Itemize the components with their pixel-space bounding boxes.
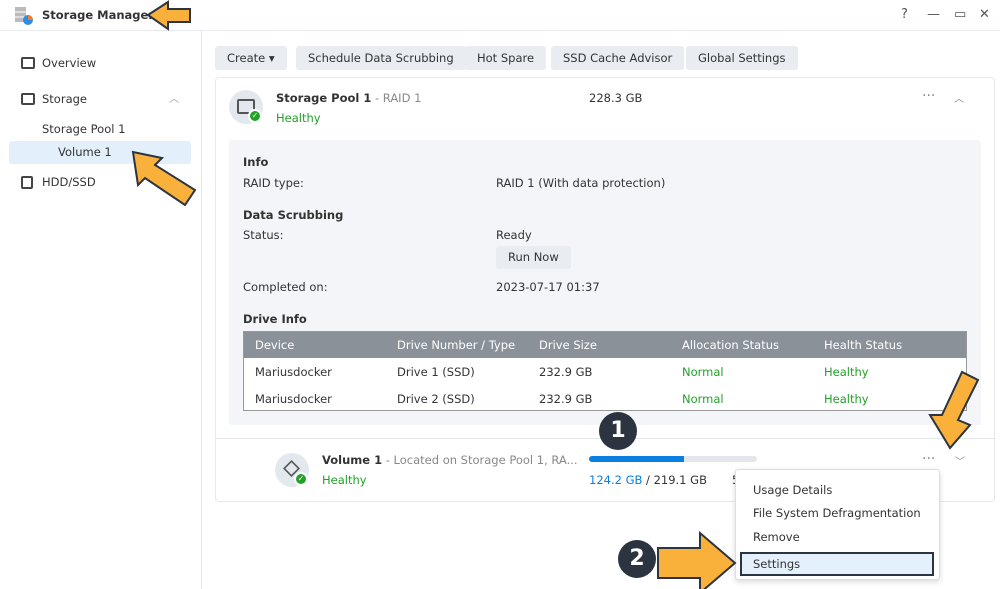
- sidebar-item-overview[interactable]: Overview: [9, 52, 191, 75]
- pool-raid: - RAID 1: [371, 91, 422, 105]
- volume-usage-bar: [589, 456, 757, 462]
- sidebar-item-label: Volume 1: [58, 145, 112, 159]
- schedule-data-scrubbing-button[interactable]: Schedule Data Scrubbing: [296, 46, 466, 70]
- chevron-up-icon[interactable]: ︿: [954, 90, 964, 105]
- volume-more-icon[interactable]: ···: [922, 451, 935, 467]
- sidebar-item-storage[interactable]: Storage ︿: [9, 88, 191, 111]
- drive-info-heading: Drive Info: [243, 312, 307, 326]
- healthy-check-icon: ✓: [248, 109, 262, 123]
- column-header: Allocation Status: [682, 338, 779, 352]
- sidebar-item-label: Overview: [42, 56, 97, 70]
- sidebar: Overview Storage ︿ Storage Pool 1 Volume …: [0, 31, 202, 589]
- column-header: Drive Number / Type: [397, 338, 516, 352]
- storage-manager-icon: [15, 7, 33, 25]
- app-title: Storage Manager: [42, 8, 155, 22]
- menu-item-defragmentation[interactable]: File System Defragmentation: [753, 506, 921, 520]
- table-row[interactable]: Mariusdocker Drive 1 (SSD) 232.9 GB Norm…: [244, 358, 966, 385]
- cell: 232.9 GB: [539, 365, 593, 379]
- sidebar-item-volume-1[interactable]: Volume 1: [9, 141, 191, 164]
- healthy-check-icon: ✓: [294, 472, 308, 486]
- cell: Healthy: [824, 365, 869, 379]
- overview-icon: [21, 57, 35, 69]
- cell: 232.9 GB: [539, 392, 593, 406]
- step-2-badge: 2: [618, 540, 656, 578]
- chevron-down-icon[interactable]: ﹀: [955, 453, 965, 468]
- help-button[interactable]: ?: [901, 7, 908, 22]
- pool-size: 228.3 GB: [589, 91, 643, 105]
- menu-item-settings[interactable]: Settings: [740, 552, 934, 576]
- menu-item-remove[interactable]: Remove: [753, 530, 800, 544]
- storage-pool-icon: ✓: [229, 90, 263, 124]
- table-row[interactable]: Mariusdocker Drive 2 (SSD) 232.9 GB Norm…: [244, 385, 966, 412]
- sidebar-item-label: Storage: [42, 92, 87, 106]
- volume-name: Volume 1: [322, 453, 383, 467]
- create-button[interactable]: Create ▾: [215, 46, 287, 70]
- status-label: Status:: [243, 228, 284, 242]
- cell: Healthy: [824, 392, 869, 406]
- volume-used: 124.2 GB: [589, 473, 643, 487]
- data-scrubbing-heading: Data Scrubbing: [243, 208, 344, 222]
- ssd-cache-advisor-button[interactable]: SSD Cache Advisor: [551, 46, 685, 70]
- volume-usage-fill: [589, 456, 685, 462]
- volume-total: / 219.1 GB: [642, 473, 707, 487]
- minimize-button[interactable]: —: [927, 7, 940, 22]
- global-settings-button[interactable]: Global Settings: [686, 46, 798, 70]
- column-header: Device: [255, 338, 295, 352]
- status-value: Ready: [496, 228, 532, 242]
- sidebar-item-storage-pool-1[interactable]: Storage Pool 1: [9, 118, 191, 141]
- cell: Drive 1 (SSD): [397, 365, 475, 379]
- completed-value: 2023-07-17 01:37: [496, 280, 600, 294]
- chevron-up-icon[interactable]: ︿: [169, 88, 179, 111]
- cell: Mariusdocker: [255, 392, 332, 406]
- sidebar-item-label: Storage Pool 1: [42, 122, 126, 136]
- hdd-icon: [21, 176, 33, 189]
- arrow-icon: [657, 530, 737, 589]
- close-button[interactable]: ✕: [979, 7, 990, 22]
- maximize-button[interactable]: ▭: [954, 7, 966, 22]
- info-heading: Info: [243, 155, 269, 169]
- table-header: Device Drive Number / Type Drive Size Al…: [244, 332, 966, 358]
- menu-item-usage-details[interactable]: Usage Details: [753, 483, 832, 497]
- volume-context-menu: Usage Details File System Defragmentatio…: [735, 469, 940, 580]
- cell: Drive 2 (SSD): [397, 392, 475, 406]
- pool-status: Healthy: [276, 111, 321, 125]
- sidebar-item-hdd-ssd[interactable]: HDD/SSD: [9, 171, 191, 194]
- storage-icon: [21, 93, 35, 105]
- column-header: Drive Size: [539, 338, 597, 352]
- volume-icon: ✓: [275, 453, 309, 487]
- hot-spare-button[interactable]: Hot Spare: [465, 46, 547, 70]
- pool-more-icon[interactable]: ···: [922, 88, 935, 104]
- column-header: Health Status: [824, 338, 903, 352]
- volume-location: - Located on Storage Pool 1, RA...: [382, 453, 578, 467]
- title-bar: Storage Manager ? — ▭ ✕: [0, 0, 1000, 31]
- completed-label: Completed on:: [243, 280, 328, 294]
- raid-type-value: RAID 1 (With data protection): [496, 176, 666, 190]
- raid-type-label: RAID type:: [243, 176, 304, 190]
- step-1-badge: 1: [599, 412, 637, 450]
- pool-name: Storage Pool 1: [276, 91, 372, 105]
- sidebar-item-label: HDD/SSD: [42, 175, 96, 189]
- run-now-button[interactable]: Run Now: [496, 246, 571, 269]
- drive-info-table: Device Drive Number / Type Drive Size Al…: [243, 331, 967, 411]
- cell: Normal: [682, 392, 724, 406]
- cell: Mariusdocker: [255, 365, 332, 379]
- volume-status: Healthy: [322, 473, 367, 487]
- cell: Normal: [682, 365, 724, 379]
